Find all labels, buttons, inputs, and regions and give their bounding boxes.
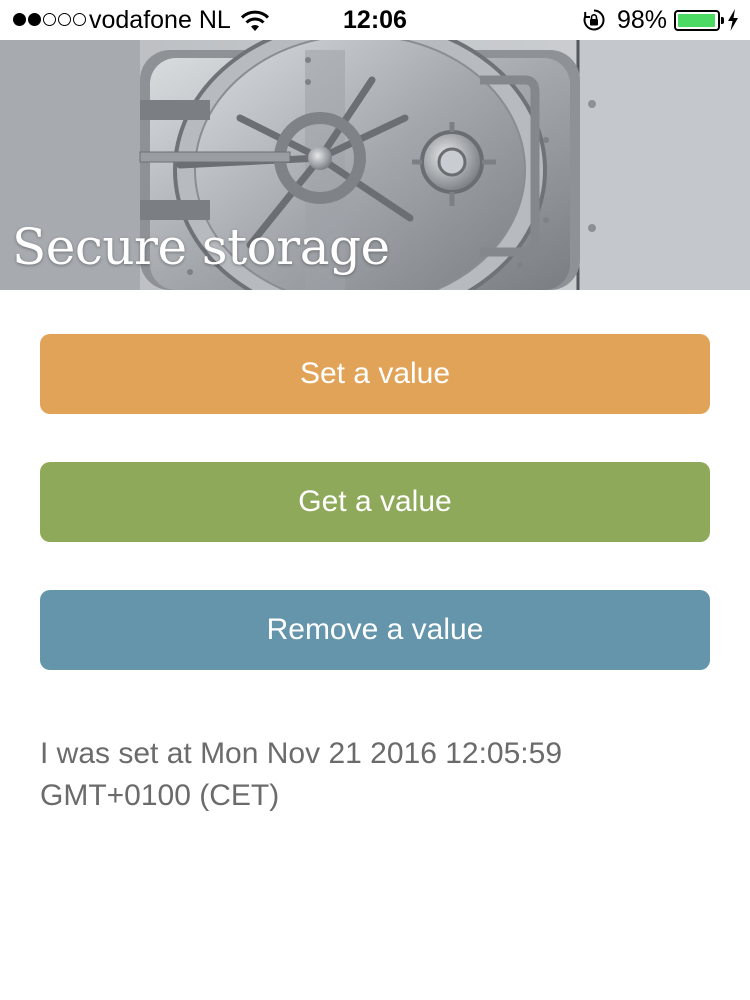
battery-percentage: 98% xyxy=(617,6,668,34)
status-bar: vodafone NL 12:06 98% xyxy=(0,0,750,40)
page-title: Secure storage xyxy=(12,218,390,276)
charging-bolt-icon xyxy=(728,9,738,31)
hero-banner: Secure storage xyxy=(0,40,750,290)
rotation-lock-icon xyxy=(583,9,605,31)
result-message: I was set at Mon Nov 21 2016 12:05:59 GM… xyxy=(40,737,562,812)
battery-icon xyxy=(674,10,724,31)
remove-value-button[interactable]: Remove a value xyxy=(40,590,710,670)
battery-level-fill xyxy=(678,14,716,27)
set-value-button[interactable]: Set a value xyxy=(40,334,710,414)
get-value-button[interactable]: Get a value xyxy=(40,462,710,542)
